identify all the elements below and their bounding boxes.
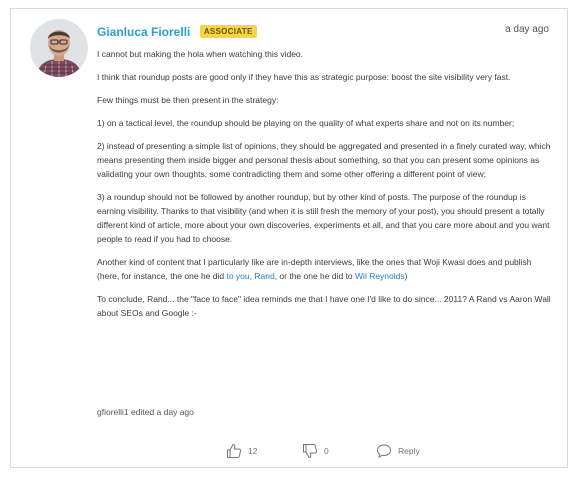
comment-paragraph: 1) on a tactical level, the roundup shou…	[97, 118, 515, 128]
comment-paragraph: Another kind of content that I particula…	[97, 255, 555, 283]
downvote-button[interactable]: 0	[302, 441, 329, 461]
comment-header: Gianluca Fiorelli ASSOCIATE a day ago	[97, 23, 549, 41]
comment-paragraph: 3) a roundup should not be followed by a…	[97, 192, 550, 244]
thumbs-up-icon	[227, 443, 242, 458]
avatar[interactable]	[30, 19, 88, 77]
author-name[interactable]: Gianluca Fiorelli	[97, 25, 190, 39]
link-interview-wil-reynolds[interactable]: Wil Reynolds	[355, 271, 405, 281]
comment-paragraph: To conclude, Rand... the "face to face" …	[97, 294, 551, 318]
upvote-count: 12	[248, 446, 258, 456]
downvote-count: 0	[324, 446, 329, 456]
paragraph-text: )	[404, 271, 408, 281]
comment-timestamp[interactable]: a day ago	[505, 24, 549, 35]
paragraph-text: , or the one he did to	[274, 271, 356, 281]
comment-paragraph: Few things must be then present in the s…	[97, 95, 279, 105]
thumbs-down-icon	[303, 444, 318, 459]
comment-body: I cannot but making the hola when watchi…	[97, 47, 555, 329]
avatar-image	[30, 19, 88, 77]
edited-note: gfiorelli1 edited a day ago	[97, 407, 194, 417]
comment-paragraph: I think that roundup posts are good only…	[97, 72, 511, 82]
upvote-button[interactable]: 12	[226, 441, 257, 461]
link-interview-rand[interactable]: to you, Rand	[226, 271, 274, 281]
reply-button[interactable]: Reply	[376, 441, 420, 461]
comment-actions: 12 0 Reply	[226, 441, 486, 461]
reply-label: Reply	[398, 446, 420, 456]
comment-card: Gianluca Fiorelli ASSOCIATE a day ago I …	[10, 8, 568, 468]
speech-bubble-icon	[376, 444, 392, 458]
comment-paragraph: I cannot but making the hola when watchi…	[97, 49, 304, 59]
associate-badge: ASSOCIATE	[199, 25, 257, 39]
comment-paragraph: 2) instead of presenting a simple list o…	[97, 141, 551, 179]
